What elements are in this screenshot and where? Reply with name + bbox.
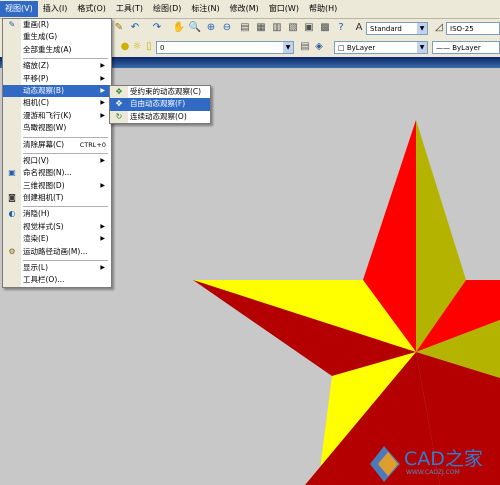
calculator-icon[interactable]: ▩ [318,21,332,35]
undo-icon[interactable]: ↶ [128,21,142,35]
view-menu-named-views[interactable]: ▣ 命名视图(N)... [3,167,111,179]
menu-window[interactable]: 窗口(W) [264,1,304,17]
watermark-brand: CAD之家 [404,448,483,470]
sheet-set-icon[interactable]: ▧ [286,21,300,35]
text-style-icon: A [355,22,363,33]
color-control-value: □ ByLayer [338,44,376,52]
zoom-previous-icon[interactable]: ⊖ [220,21,234,35]
submenu-arrow-icon: ▶ [100,86,105,94]
view-menu-pan[interactable]: 平移(P) ▶ [3,73,111,85]
view-menu-zoom[interactable]: 缩放(Z) ▶ [3,60,111,72]
view-menu-render[interactable]: 渲染(E) ▶ [3,233,111,245]
menu-bar: 视图(V) 插入(I) 格式(O) 工具(T) 绘图(D) 标注(N) 修改(M… [0,0,500,19]
chevron-down-icon: ▼ [417,42,427,53]
submenu-arrow-icon: ▶ [100,264,105,272]
view-menu-redraw[interactable]: ✎ 重画(R) [3,19,111,31]
view-menu-visual-styles[interactable]: 视觉样式(S) ▶ [3,221,111,233]
color-control-select[interactable]: □ ByLayer ▼ [334,41,428,54]
view-menu-regen-all[interactable]: 全部重生成(A) [3,44,111,56]
menu-format[interactable]: 格式(O) [72,1,111,17]
view-menu-hide[interactable]: ◐ 消隐(H) [3,208,111,220]
orbit-submenu: ✥ 受约束的动态观察(C) ✥ 自由动态观察(F) ↻ 连续动态观察(O) [109,85,211,125]
constrained-orbit-icon: ✥ [115,87,123,96]
view-menu-motion-path-animation[interactable]: ⚙ 运动路径动画(M)... [3,246,111,258]
view-menu-display[interactable]: 显示(L) ▶ [3,262,111,274]
chevron-down-icon: ▼ [417,23,427,34]
dim-style-icon: ◿ [435,22,443,33]
dim-style-select[interactable]: ISO-25 [446,22,500,35]
layer-value: 0 [160,44,165,52]
view-menu-create-camera[interactable]: ◙ 创建相机(T) [3,192,111,204]
tool-palettes-icon[interactable]: ▥ [270,21,284,35]
view-menu-toolbars[interactable]: 工具栏(O)... [3,274,111,286]
dim-style-value: ISO-25 [450,25,474,33]
camera-icon: ◙ [8,193,16,203]
submenu-arrow-icon: ▶ [100,62,105,70]
view-menu-aerial-view[interactable]: 鸟瞰视图(W) [3,122,111,134]
view-menu-walk-fly[interactable]: 漫游和飞行(K) ▶ [3,110,111,122]
cad-home-watermark: CAD之家 WWW.CADZJ.COM [366,440,500,485]
menu-help[interactable]: 帮助(H) [304,1,342,17]
clean-screen-shortcut: CTRL+0 [79,140,106,149]
text-style-value: Standard [370,25,402,33]
orbit-constrained[interactable]: ✥ 受约束的动态观察(C) [110,86,210,98]
redo-icon[interactable]: ↷ [150,21,164,35]
layer-select[interactable]: 0 ▼ [156,41,294,54]
submenu-arrow-icon: ▶ [100,156,105,164]
menu-insert[interactable]: 插入(I) [38,1,73,17]
properties-icon[interactable]: ▤ [238,21,252,35]
view-menu-regen[interactable]: 重生成(G) [3,31,111,43]
match-properties-icon[interactable]: ✎ [112,21,126,35]
menu-modify[interactable]: 修改(M) [225,1,264,17]
zoom-realtime-icon[interactable]: 🔍 [188,21,202,35]
layer-previous-icon[interactable]: ◈ [312,40,326,54]
pan-realtime-icon[interactable]: ✋ [172,21,186,35]
autocad-window: 视图(V) 插入(I) 格式(O) 工具(T) 绘图(D) 标注(N) 修改(M… [0,0,500,485]
design-center-icon[interactable]: ▦ [254,21,268,35]
view-menu-camera[interactable]: 相机(C) ▶ [3,97,111,109]
chevron-down-icon: ▼ [283,42,293,53]
linetype-control-select[interactable]: —— ByLayer [432,41,500,54]
hide-icon: ◐ [8,209,16,219]
submenu-arrow-icon: ▶ [100,111,105,119]
orbit-free[interactable]: ✥ 自由动态观察(F) [110,98,210,111]
menu-view[interactable]: 视图(V) [0,1,38,17]
submenu-arrow-icon: ▶ [100,99,105,107]
submenu-arrow-icon: ▶ [100,181,105,189]
make-object-layer-current-icon[interactable]: ▤ [298,40,312,54]
view-menu-dropdown: ✎ 重画(R) 重生成(G) 全部重生成(A) 缩放(Z) ▶ 平移(P) ▶ 动态观… [2,18,112,288]
continuous-orbit-icon: ↻ [115,111,123,121]
menu-dimension[interactable]: 标注(N) [186,1,224,17]
named-views-icon: ▣ [8,168,16,178]
zoom-window-icon[interactable]: ⊕ [204,21,218,35]
watermark-url: WWW.CADZJ.COM [406,469,460,476]
text-style-select[interactable]: Standard ▼ [366,22,428,35]
submenu-arrow-icon: ▶ [100,235,105,243]
menu-draw[interactable]: 绘图(D) [148,1,186,17]
view-menu-clean-screen[interactable]: 清除屏幕(C) CTRL+0 [3,139,111,151]
redraw-icon: ✎ [8,20,16,29]
linetype-control-value: —— ByLayer [436,44,481,52]
markup-icon[interactable]: ▣ [302,21,316,35]
submenu-arrow-icon: ▶ [100,222,105,230]
orbit-continuous[interactable]: ↻ 连续动态观察(O) [110,111,210,123]
motion-path-icon: ⚙ [8,246,16,256]
layer-lock-icon[interactable]: ▯ [142,40,156,54]
view-menu-3d-views[interactable]: 三维视图(D) ▶ [3,180,111,192]
menu-tools[interactable]: 工具(T) [111,1,148,17]
free-orbit-icon: ✥ [115,99,123,109]
view-menu-orbit[interactable]: 动态观察(B) ▶ [3,84,111,98]
submenu-arrow-icon: ▶ [100,74,105,82]
help-icon[interactable]: ? [334,21,348,35]
view-menu-viewports[interactable]: 视口(V) ▶ [3,155,111,167]
